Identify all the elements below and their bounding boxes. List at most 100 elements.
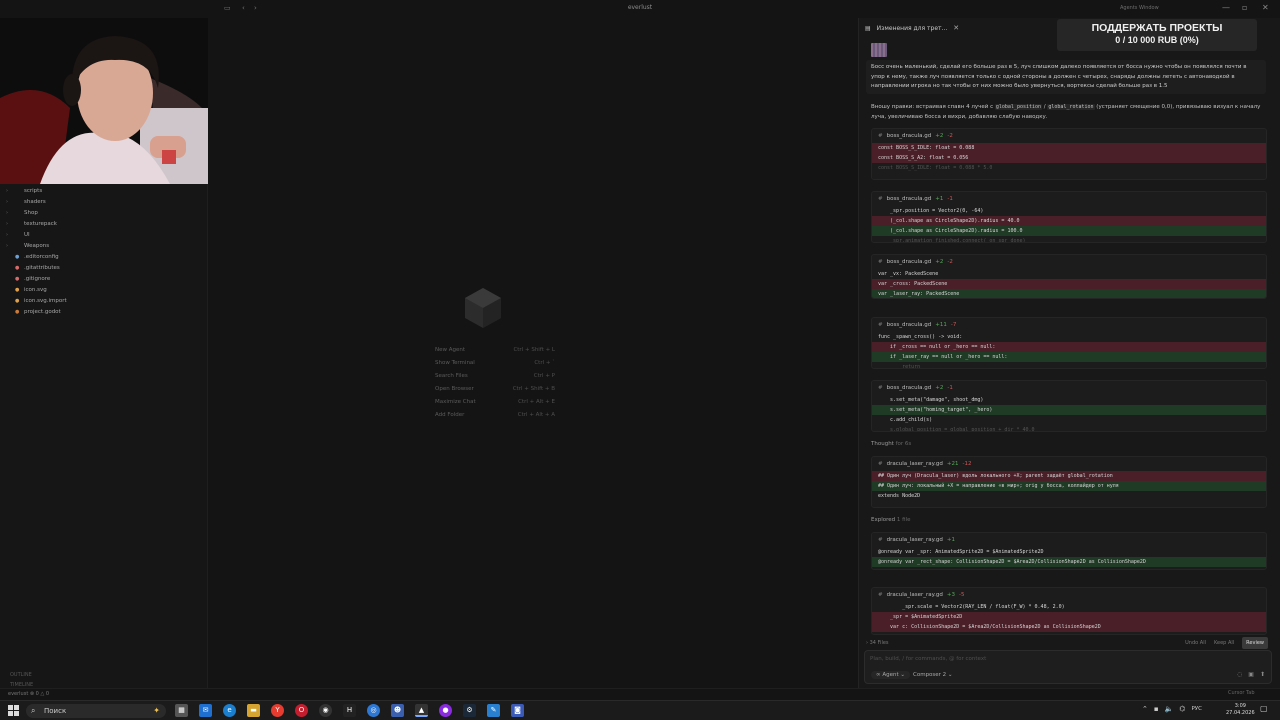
godot-icon[interactable]: ☻ — [391, 704, 404, 717]
edge-icon[interactable]: e — [223, 704, 236, 717]
shortcut-row[interactable]: Show Terminal Ctrl + ` — [435, 357, 555, 370]
chrome-icon[interactable]: ◉ — [319, 704, 332, 717]
copilot-sparkle-icon[interactable]: ✦ — [153, 704, 160, 718]
obs-icon[interactable]: ● — [439, 704, 452, 717]
windows-start-icon[interactable] — [8, 705, 19, 716]
shortcut-row[interactable]: Search Files Ctrl + P — [435, 370, 555, 383]
diff-header[interactable]: # boss_dracula.gd +2 -1 — [872, 381, 1266, 395]
file-tree-label: .gitignore — [24, 276, 51, 282]
diff-line: _spr.scale = Vector2(RAY_LEN / float(F_W… — [878, 604, 1065, 610]
diff-deletions: -2 — [947, 133, 953, 139]
file-tree: › scripts › shaders › Shop › texturepack › UI › Wea… — [6, 186, 196, 318]
files-count[interactable]: › 34 Files — [866, 640, 889, 646]
file-tree-item[interactable]: ● .gitattributes — [6, 263, 196, 274]
diff-card[interactable]: # dracula_laser_ray.gd +1 @onready var _spr… — [871, 532, 1267, 570]
diff-line: extends Node2D — [878, 493, 921, 499]
model-select[interactable]: Composer 2 ⌄ — [913, 672, 953, 678]
steam-icon[interactable]: ⚙ — [463, 704, 476, 717]
diff-card[interactable]: # dracula_laser_ray.gd +3 -5 _spr.scale = V… — [871, 587, 1267, 635]
tab-agent-chat[interactable]: ▤ Изменения для трет... ✕ — [865, 22, 959, 34]
task-view-icon[interactable]: ▦ — [175, 704, 188, 717]
tray-chevron-icon[interactable]: ⌃ — [1142, 705, 1148, 714]
file-icon: ● — [15, 265, 20, 271]
diff-card[interactable]: # boss_dracula.gd +2 -2 var _vx: PackedScene… — [871, 254, 1267, 299]
file-tree-item[interactable]: ● icon.svg.import — [6, 296, 196, 307]
app-pen-icon[interactable]: ✎ — [487, 704, 500, 717]
file-explorer-icon[interactable]: ▬ — [247, 704, 260, 717]
diff-header[interactable]: # boss_dracula.gd +2 -2 — [872, 129, 1266, 143]
user-message: Босс очень маленький, сделай его больше … — [866, 60, 1266, 94]
chevron-right-icon: › — [6, 199, 8, 205]
shortcut-label: Search Files — [435, 373, 468, 379]
file-tree-item[interactable]: › shaders — [6, 197, 196, 208]
outline-section[interactable]: OUTLINE — [10, 672, 32, 678]
mail-icon[interactable]: ✉ — [199, 704, 212, 717]
thought-indicator[interactable]: Thought for 6s — [871, 441, 911, 447]
keep-all-button[interactable]: Keep All — [1214, 637, 1234, 649]
agents-window-button[interactable]: Agents Window — [1120, 5, 1159, 11]
diff-card[interactable]: # boss_dracula.gd +1 -1 _spr.position = Vec… — [871, 191, 1267, 243]
diff-header[interactable]: # dracula_laser_ray.gd +21 -12 — [872, 457, 1266, 471]
explored-label: Explored — [871, 517, 896, 523]
send-icon[interactable]: ⬆ — [1260, 671, 1265, 678]
close-tab-icon[interactable]: ✕ — [953, 24, 959, 32]
diff-header[interactable]: # dracula_laser_ray.gd +3 -5 — [872, 588, 1266, 602]
gdscript-file-icon: # — [878, 537, 883, 543]
diff-header[interactable]: # boss_dracula.gd +1 -1 — [872, 192, 1266, 206]
file-tree-item[interactable]: › Weapons — [6, 241, 196, 252]
shortcut-keys: Ctrl + Shift + L — [513, 347, 555, 353]
diff-card[interactable]: # dracula_laser_ray.gd +21 -12 ## Один луч (… — [871, 456, 1267, 508]
shortcut-row[interactable]: New Agent Ctrl + Shift + L — [435, 344, 555, 357]
maximize-icon[interactable]: ▫ — [1242, 3, 1247, 12]
undo-all-button[interactable]: Undo All — [1185, 637, 1206, 649]
volume-icon[interactable]: 🔈 — [1165, 705, 1174, 714]
minimize-icon[interactable]: — — [1222, 3, 1230, 12]
notification-icon[interactable]: ▢ — [1260, 704, 1268, 713]
app-h-icon[interactable]: H — [343, 704, 356, 717]
gdscript-file-icon: # — [878, 592, 883, 598]
diff-card[interactable]: # boss_dracula.gd +2 -2 const BOSS_S_IDLE: f… — [871, 128, 1267, 180]
opera-icon[interactable]: O — [295, 704, 308, 717]
forward-arrow-icon[interactable]: › — [254, 4, 257, 12]
explored-indicator[interactable]: Explored 1 file — [871, 517, 911, 523]
shortcut-row[interactable]: Maximize Chat Ctrl + Alt + E — [435, 396, 555, 409]
thought-label: Thought — [871, 441, 894, 447]
file-tree-item[interactable]: ● .editorconfig — [6, 252, 196, 263]
taskbar-search[interactable]: ⌕ Поиск ✦ — [26, 704, 166, 718]
file-tree-item[interactable]: › Shop — [6, 208, 196, 219]
toggle-sidebar-icon[interactable]: ▭ — [224, 4, 231, 12]
back-arrow-icon[interactable]: ‹ — [242, 4, 245, 12]
file-tree-item[interactable]: ● .gitignore — [6, 274, 196, 285]
discord-icon[interactable]: ◙ — [511, 704, 524, 717]
diff-header[interactable]: # boss_dracula.gd +2 -2 — [872, 255, 1266, 269]
file-tree-item[interactable]: › texturepack — [6, 219, 196, 230]
file-tree-item[interactable]: › scripts — [6, 186, 196, 197]
file-tree-item[interactable]: ● icon.svg — [6, 285, 196, 296]
diff-card[interactable]: # boss_dracula.gd +2 -1 s.set_meta("damage"… — [871, 380, 1267, 432]
app-blue-icon[interactable]: ◎ — [367, 704, 380, 717]
cursor-app-icon[interactable]: ▲ — [415, 704, 428, 717]
diff-header[interactable]: # dracula_laser_ray.gd +1 — [872, 533, 1266, 547]
diff-deletions: -5 — [959, 592, 965, 598]
agent-mode-select[interactable]: ∞ Agent ⌄ — [871, 671, 910, 679]
cursor-tab-status[interactable]: Cursor Tab — [1228, 690, 1255, 696]
file-tree-item[interactable]: › UI — [6, 230, 196, 241]
close-window-icon[interactable]: ✕ — [1262, 3, 1269, 12]
shortcut-row[interactable]: Open Browser Ctrl + Shift + B — [435, 383, 555, 396]
status-left[interactable]: everlust ⊗ 0 △ 0 — [8, 691, 49, 697]
image-attach-icon[interactable]: ▣ — [1248, 671, 1254, 678]
diff-additions: +3 — [946, 592, 955, 598]
network-icon[interactable]: ⌬ — [1179, 705, 1185, 714]
language-indicator[interactable]: РУС — [1191, 705, 1202, 714]
shortcut-row[interactable]: Add Folder Ctrl + Alt + A — [435, 409, 555, 422]
file-tree-label: scripts — [24, 188, 43, 194]
system-clock[interactable]: 3:09 27.04.2026 — [1226, 703, 1255, 717]
yandex-icon[interactable]: Y — [271, 704, 284, 717]
review-button[interactable]: Review — [1242, 637, 1268, 649]
file-tree-item[interactable]: ● project.godot — [6, 307, 196, 318]
tray-app-icon[interactable]: ▪ — [1154, 705, 1159, 714]
diff-header[interactable]: # boss_dracula.gd +11 -7 — [872, 318, 1266, 332]
diff-card[interactable]: # boss_dracula.gd +11 -7 func _spawn_cross()… — [871, 317, 1267, 369]
chat-input[interactable]: Plan, build, / for commands, @ for conte… — [864, 650, 1272, 684]
shortcut-label: Add Folder — [435, 412, 465, 418]
